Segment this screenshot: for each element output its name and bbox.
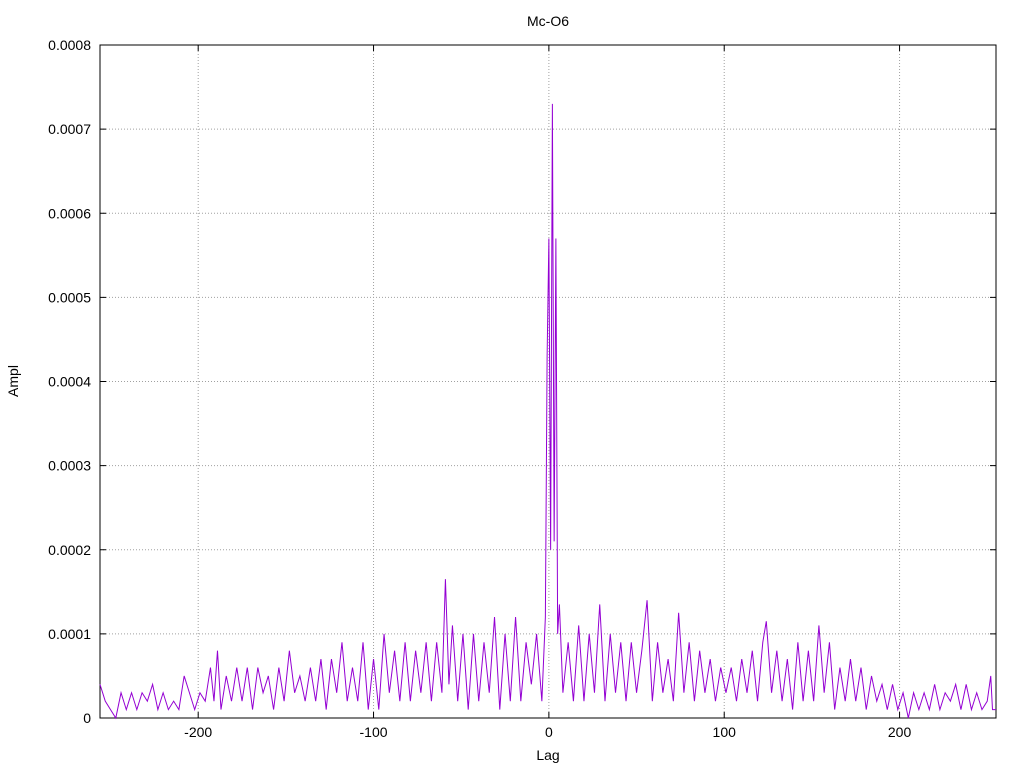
chart-svg: -200 -100 0 100 200 0 0.0001 0.0002 0.0003 0.000… (0, 0, 1024, 768)
x-tick-label: 200 (888, 724, 912, 740)
y-tick-label: 0.0002 (48, 542, 91, 558)
y-tick-label: 0.0004 (48, 374, 91, 390)
y-tick-label: 0 (83, 710, 91, 726)
y-tick-label: 0.0008 (48, 37, 91, 53)
y-axis-label: Ampl (5, 365, 21, 397)
chart-title: Mc-O6 (527, 13, 569, 29)
y-tick-label: 0.0003 (48, 458, 91, 474)
x-tick-label: -200 (184, 724, 212, 740)
chart-background (0, 0, 1024, 768)
x-axis-label: Lag (536, 747, 559, 763)
y-tick-label: 0.0007 (48, 121, 91, 137)
y-tick-label: 0.0001 (48, 626, 91, 642)
y-tick-label: 0.0005 (48, 289, 91, 305)
x-tick-label: 0 (545, 724, 553, 740)
y-tick-label: 0.0006 (48, 205, 91, 221)
x-tick-label: -100 (360, 724, 388, 740)
x-tick-label: 100 (713, 724, 737, 740)
